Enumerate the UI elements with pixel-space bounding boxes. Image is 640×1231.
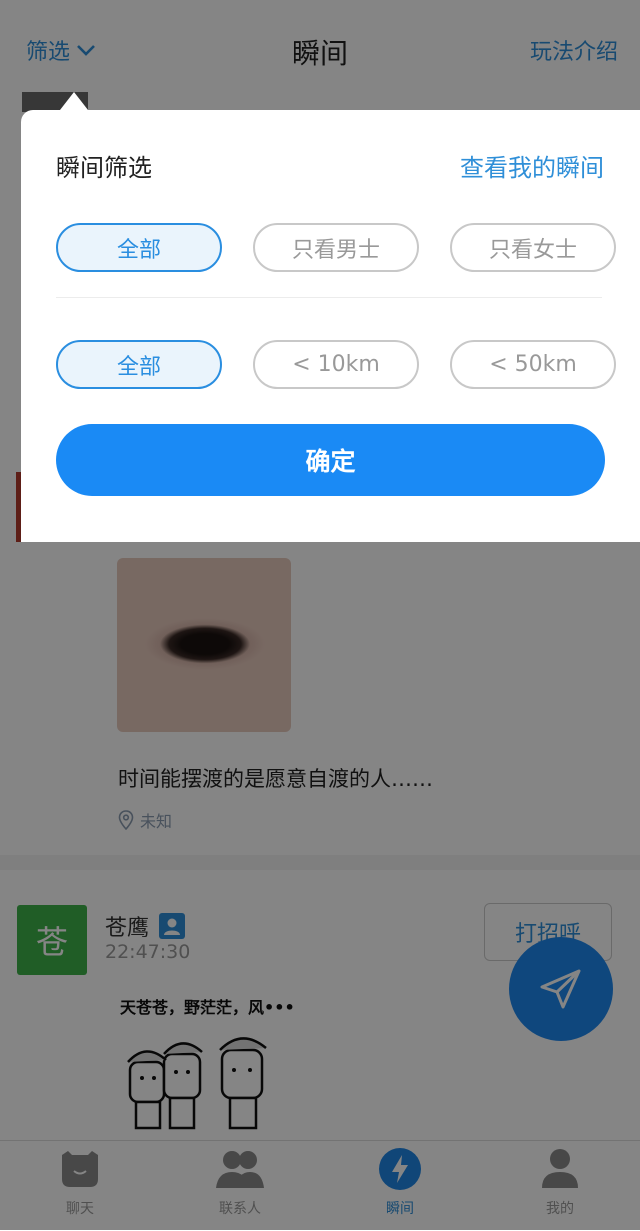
popup-title: 瞬间筛选: [56, 154, 152, 182]
gender-option-female[interactable]: 只看女士: [450, 223, 616, 272]
view-my-moments-link[interactable]: 查看我的瞬间: [460, 148, 604, 183]
confirm-button[interactable]: 确定: [56, 424, 605, 496]
distance-option-all[interactable]: 全部: [56, 340, 222, 389]
distance-option-10km[interactable]: < 10km: [253, 340, 419, 389]
gender-option-all[interactable]: 全部: [56, 223, 222, 272]
popup-pointer: [60, 92, 88, 110]
gender-option-male[interactable]: 只看男士: [253, 223, 419, 272]
divider: [56, 297, 602, 298]
distance-option-50km[interactable]: < 50km: [450, 340, 616, 389]
